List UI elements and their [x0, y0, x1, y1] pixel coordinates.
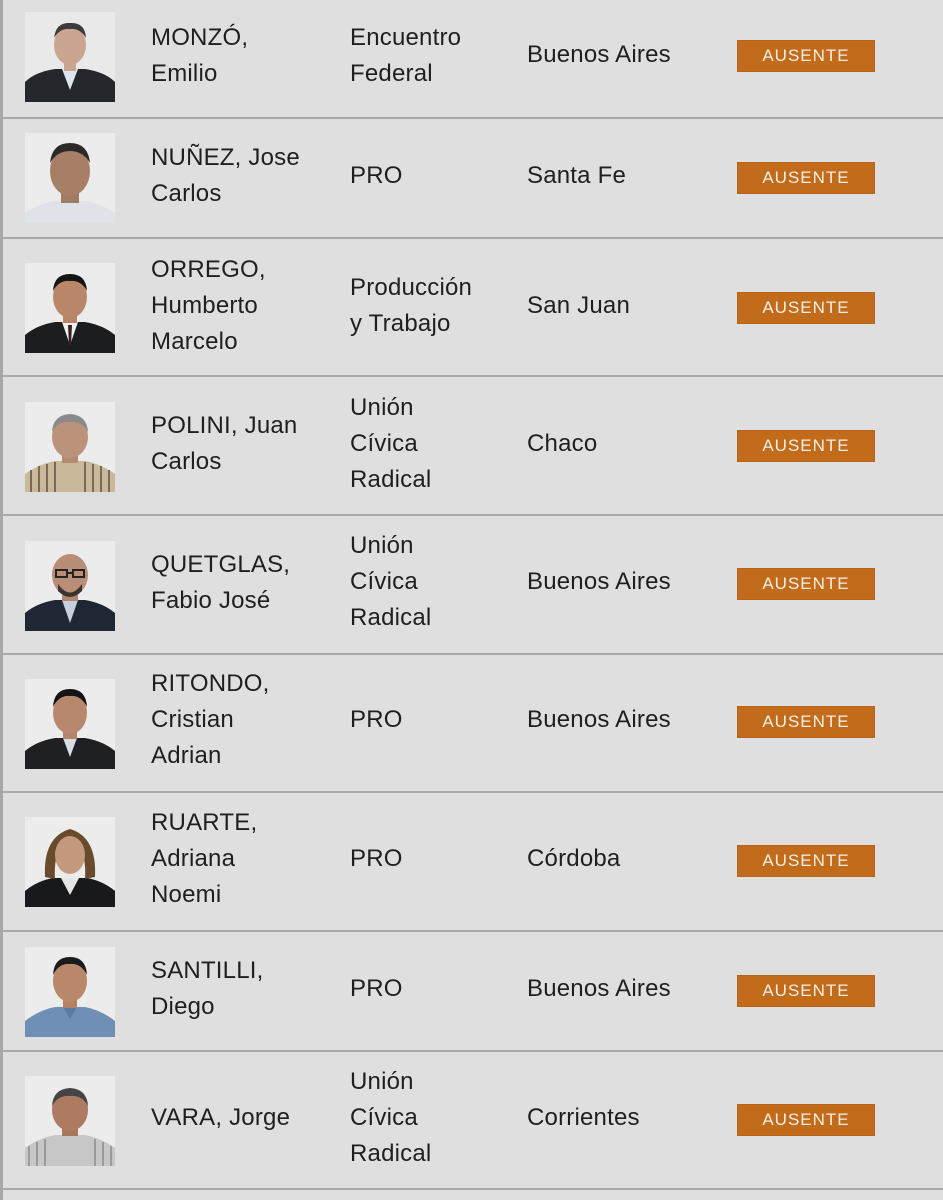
name-line: ORREGO,	[151, 256, 266, 283]
name-line: Humberto	[151, 292, 258, 319]
name-line: Carlos	[151, 180, 222, 207]
table-row: SANTILLI, Diego PRO Buenos Aires AUSENTE	[3, 932, 943, 1052]
deputy-name: MONZÓ, Emilio	[151, 20, 331, 92]
table-row: POLINI, Juan Carlos Unión Cívica Radical…	[3, 377, 943, 516]
photo-orrego	[25, 263, 115, 353]
photo-santilli	[25, 947, 115, 1037]
status-badge: AUSENTE	[737, 162, 875, 194]
deputy-district: Corrientes	[527, 1104, 640, 1131]
status-badge: AUSENTE	[737, 430, 875, 462]
deputy-district: Chaco	[527, 430, 598, 457]
status-badge: AUSENTE	[737, 845, 875, 877]
deputy-district: Santa Fe	[527, 162, 626, 189]
name-line: POLINI, Juan	[151, 412, 298, 439]
deputy-district: Buenos Aires	[527, 568, 671, 595]
name-line: Fabio José	[151, 587, 271, 614]
deputy-party: Encuentro Federal	[350, 20, 500, 92]
party-line: Federal	[350, 60, 433, 87]
table-row: RUARTE, Adriana Noemi PRO Córdoba AUSENT…	[3, 793, 943, 932]
name-line: Carlos	[151, 448, 222, 475]
table-row: RITONDO, Cristian Adrian PRO Buenos Aire…	[3, 655, 943, 793]
deputy-district: Buenos Aires	[527, 706, 671, 733]
deputy-name: NUÑEZ, Jose Carlos	[151, 140, 331, 212]
deputy-name: RUARTE, Adriana Noemi	[151, 805, 331, 913]
deputy-district: Buenos Aires	[527, 41, 671, 68]
deputy-party: Unión Cívica Radical	[350, 1064, 500, 1172]
deputy-name: QUETGLAS, Fabio José	[151, 547, 331, 619]
party-line: Unión	[350, 394, 414, 421]
party-line: PRO	[350, 845, 403, 872]
table-row: NUÑEZ, Jose Carlos PRO Santa Fe AUSENTE	[3, 119, 943, 239]
party-line: Cívica	[350, 1104, 418, 1131]
party-line: PRO	[350, 706, 403, 733]
photo-monzo	[25, 12, 115, 102]
deputy-district: San Juan	[527, 292, 631, 319]
name-line: Adrian	[151, 742, 222, 769]
table-row: VARA, Jorge Unión Cívica Radical Corrien…	[3, 1052, 943, 1190]
deputy-name: SANTILLI, Diego	[151, 953, 331, 1025]
party-line: Encuentro	[350, 24, 462, 51]
party-line: Cívica	[350, 568, 418, 595]
deputy-district: Buenos Aires	[527, 975, 671, 1002]
party-line: Cívica	[350, 430, 418, 457]
deputies-table: MONZÓ, Emilio Encuentro Federal Buenos A…	[0, 0, 943, 1200]
photo-vara	[25, 1076, 115, 1166]
status-badge: AUSENTE	[737, 40, 875, 72]
status-badge: AUSENTE	[737, 1104, 875, 1136]
table-row: MONZÓ, Emilio Encuentro Federal Buenos A…	[3, 0, 943, 119]
name-line: SANTILLI,	[151, 957, 264, 984]
deputy-party: PRO	[350, 702, 500, 738]
name-line: VARA, Jorge	[151, 1104, 291, 1131]
party-line: PRO	[350, 162, 403, 189]
photo-quetglas	[25, 541, 115, 631]
deputy-name: ORREGO, Humberto Marcelo	[151, 252, 331, 360]
party-line: y Trabajo	[350, 310, 451, 337]
name-line: Emilio	[151, 60, 218, 87]
party-line: Radical	[350, 604, 432, 631]
party-line: PRO	[350, 975, 403, 1002]
status-badge: AUSENTE	[737, 975, 875, 1007]
name-line: Cristian	[151, 706, 234, 733]
name-line: Marcelo	[151, 328, 238, 355]
name-line: RUARTE,	[151, 809, 258, 836]
name-line: MONZÓ,	[151, 24, 249, 51]
name-line: Noemi	[151, 881, 222, 908]
deputy-party: Unión Cívica Radical	[350, 390, 500, 498]
party-line: Radical	[350, 466, 432, 493]
status-badge: AUSENTE	[737, 292, 875, 324]
party-line: Radical	[350, 1140, 432, 1167]
table-row: ORREGO, Humberto Marcelo Producción y Tr…	[3, 239, 943, 377]
deputy-party: PRO	[350, 971, 500, 1007]
deputy-name: POLINI, Juan Carlos	[151, 408, 331, 480]
name-line: Adriana	[151, 845, 236, 872]
name-line: QUETGLAS,	[151, 551, 291, 578]
party-line: Unión	[350, 1068, 414, 1095]
status-badge: AUSENTE	[737, 568, 875, 600]
status-badge: AUSENTE	[737, 706, 875, 738]
deputy-name: VARA, Jorge	[151, 1100, 331, 1136]
deputy-party: Producción y Trabajo	[350, 270, 500, 342]
photo-ritondo	[25, 679, 115, 769]
deputy-party: PRO	[350, 158, 500, 194]
name-line: RITONDO,	[151, 670, 270, 697]
party-line: Unión	[350, 532, 414, 559]
deputy-party: Unión Cívica Radical	[350, 528, 500, 636]
party-line: Producción	[350, 274, 473, 301]
photo-polini	[25, 402, 115, 492]
deputy-party: PRO	[350, 841, 500, 877]
table-row: QUETGLAS, Fabio José Unión Cívica Radica…	[3, 516, 943, 655]
photo-nunez	[25, 133, 115, 223]
deputy-district: Córdoba	[527, 845, 621, 872]
photo-ruarte	[25, 817, 115, 907]
deputy-name: RITONDO, Cristian Adrian	[151, 666, 331, 774]
name-line: Diego	[151, 993, 215, 1020]
name-line: NUÑEZ, Jose	[151, 144, 300, 171]
